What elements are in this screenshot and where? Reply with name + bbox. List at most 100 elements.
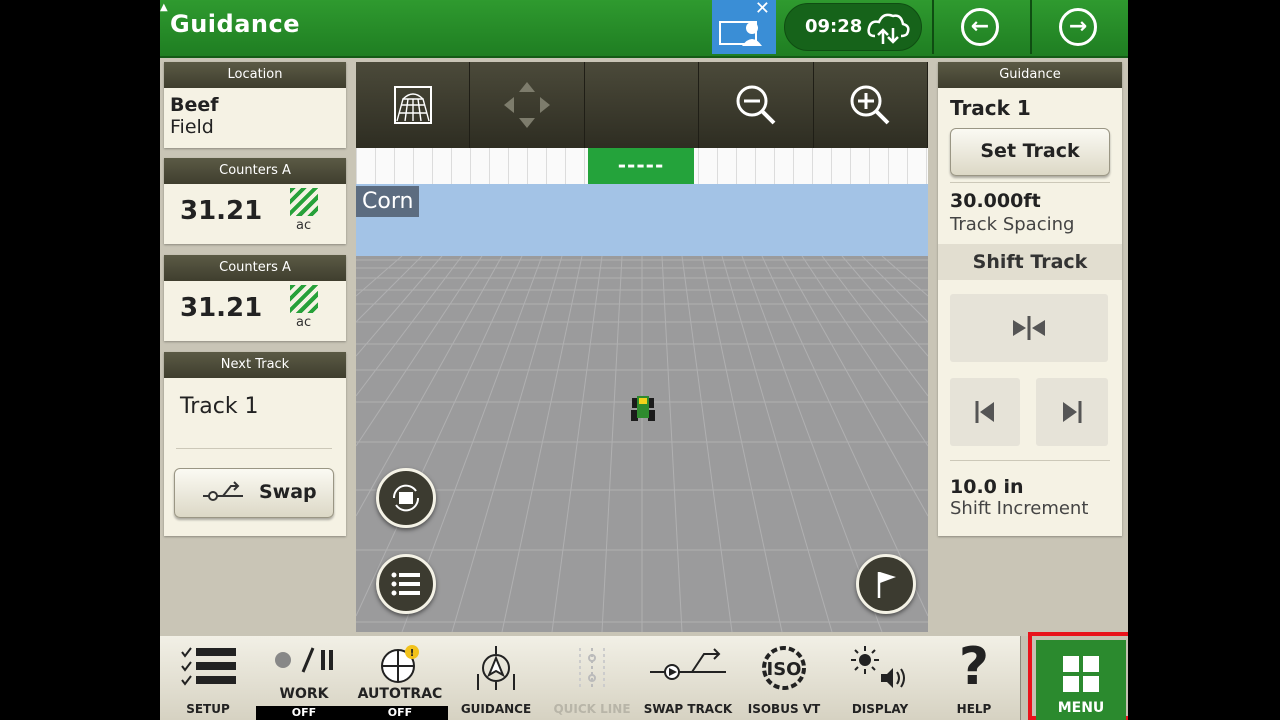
next-track-header: Next Track: [164, 352, 346, 378]
swap-track-icon: [203, 481, 243, 501]
quick-line-icon: [579, 648, 605, 688]
lightbar: -----: [356, 148, 928, 184]
shift-track-header: Shift Track: [938, 244, 1122, 280]
back-button[interactable]: ←: [932, 0, 1026, 54]
setup-label: SETUP: [186, 702, 230, 716]
location-client: Beef: [170, 94, 219, 116]
swap-button[interactable]: Swap: [174, 468, 334, 518]
forward-button[interactable]: →: [1030, 0, 1124, 54]
cursor-icon: ▲: [160, 2, 168, 13]
zoom-out-button[interactable]: [699, 62, 814, 148]
pan-arrows-icon: [504, 82, 551, 128]
swap-track-icon: [650, 648, 726, 680]
location-header: Location: [164, 62, 346, 88]
iso-icon: ISO: [762, 646, 806, 690]
shift-increment-label: Shift Increment: [950, 498, 1089, 519]
play-pause-icon: [275, 647, 333, 673]
shift-right-button[interactable]: [1036, 378, 1108, 446]
location-field: Field: [170, 116, 214, 138]
map-toolbar: [356, 62, 928, 148]
guidance-button[interactable]: GUIDANCE: [448, 636, 545, 720]
clock-time: 09:28: [805, 16, 863, 37]
set-track-button[interactable]: Set Track: [950, 128, 1110, 176]
menu-button[interactable]: MENU: [1036, 640, 1126, 720]
shift-left-button[interactable]: [950, 378, 1020, 446]
shortcut-bar: SETUP WORK OFF ! AUTOTRAC OFF GUIDANCE Q…: [160, 636, 1128, 720]
counter-panel-2[interactable]: Counters A 31.21 ac: [164, 255, 346, 341]
quick-line-label: QUICK LINE: [553, 702, 631, 716]
svg-text:ISO: ISO: [767, 659, 802, 680]
counter-value-2: 31.21: [180, 293, 263, 323]
list-button[interactable]: [376, 554, 436, 614]
cloud-sync-icon: [867, 13, 910, 44]
map-view[interactable]: ----- Corn: [356, 62, 928, 632]
help-button[interactable]: ? HELP: [928, 636, 1021, 720]
track-spacing-value: 30.000ft: [950, 190, 1041, 212]
display-screen: ▲ Guidance ✕ 09:28 ← → Location Beef Fie…: [160, 0, 1128, 720]
swap-track-label: SWAP TRACK: [643, 702, 733, 716]
area-worked-icon: [290, 285, 318, 313]
lightbar-center: -----: [588, 148, 694, 184]
guidance-icon: [477, 646, 515, 690]
map-sky: [356, 184, 928, 256]
swap-track-shortcut-button[interactable]: SWAP TRACK: [640, 636, 737, 720]
isobus-button[interactable]: ISO ISOBUS VT: [736, 636, 833, 720]
brightness-volume-icon: [851, 646, 905, 688]
autotrac-button[interactable]: ! AUTOTRAC OFF: [352, 636, 449, 720]
area-worked-icon: [290, 188, 318, 216]
setup-checklist-icon: [181, 647, 236, 686]
counter-panel-1[interactable]: Counters A 31.21 ac: [164, 158, 346, 244]
map-layer-button[interactable]: [356, 62, 471, 148]
top-bar: ▲ Guidance ✕ 09:28 ← →: [160, 0, 1128, 58]
pan-button[interactable]: [470, 62, 585, 148]
counter-unit-1: ac: [296, 218, 312, 233]
guidance-label: GUIDANCE: [460, 702, 532, 716]
grid-perspective-icon: [393, 86, 432, 124]
zoom-out-icon: [736, 85, 776, 125]
menu-label: MENU: [1057, 700, 1105, 716]
autotrac-state: OFF: [352, 706, 448, 720]
location-panel[interactable]: Location Beef Field: [164, 62, 346, 148]
close-icon: ✕: [754, 0, 770, 19]
guidance-header: Guidance: [938, 62, 1122, 88]
shift-left-icon: [975, 401, 994, 423]
svg-text:?: ?: [959, 638, 989, 694]
map-ground: [356, 256, 928, 632]
center-track-button[interactable]: [950, 294, 1108, 362]
help-label: HELP: [956, 702, 992, 716]
rotate-view-icon: [392, 484, 420, 512]
map-tool-empty: [585, 62, 700, 148]
help-icon: ?: [959, 638, 989, 694]
track-spacing-label: Track Spacing: [950, 214, 1075, 235]
status-pill[interactable]: 09:28: [784, 3, 922, 51]
work-state: OFF: [256, 706, 352, 720]
counter-unit-2: ac: [296, 315, 312, 330]
work-button[interactable]: WORK OFF: [256, 636, 353, 720]
counter-value-1: 31.21: [180, 196, 263, 226]
display-label: DISPLAY: [851, 702, 909, 716]
zoom-in-icon: [850, 85, 890, 125]
work-label: WORK: [279, 686, 329, 702]
track-name: Track 1: [950, 96, 1031, 120]
view-mode-button[interactable]: [376, 468, 436, 528]
ground-grid: [356, 256, 928, 632]
crop-label: Corn: [356, 186, 420, 217]
isobus-label: ISOBUS VT: [747, 702, 821, 716]
shift-increment-value: 10.0 in: [950, 476, 1024, 498]
shift-right-icon: [1063, 401, 1082, 423]
zoom-in-button[interactable]: [814, 62, 928, 148]
flag-icon: [877, 572, 896, 598]
flag-button[interactable]: [856, 554, 916, 614]
list-icon: [391, 572, 420, 596]
swap-label: Swap: [259, 481, 317, 503]
quick-line-button[interactable]: QUICK LINE: [544, 636, 641, 720]
autotrac-label: AUTOTRAC: [357, 686, 443, 702]
setup-button[interactable]: SETUP: [160, 636, 257, 720]
operator-button[interactable]: ✕: [712, 0, 776, 54]
display-button[interactable]: DISPLAY: [832, 636, 929, 720]
autotrac-icon: !: [381, 645, 419, 683]
menu-grid-icon: [1063, 656, 1099, 692]
next-track-name: Track 1: [180, 394, 259, 419]
center-shift-icon: [1013, 316, 1045, 340]
counter-header-2: Counters A: [164, 255, 346, 281]
